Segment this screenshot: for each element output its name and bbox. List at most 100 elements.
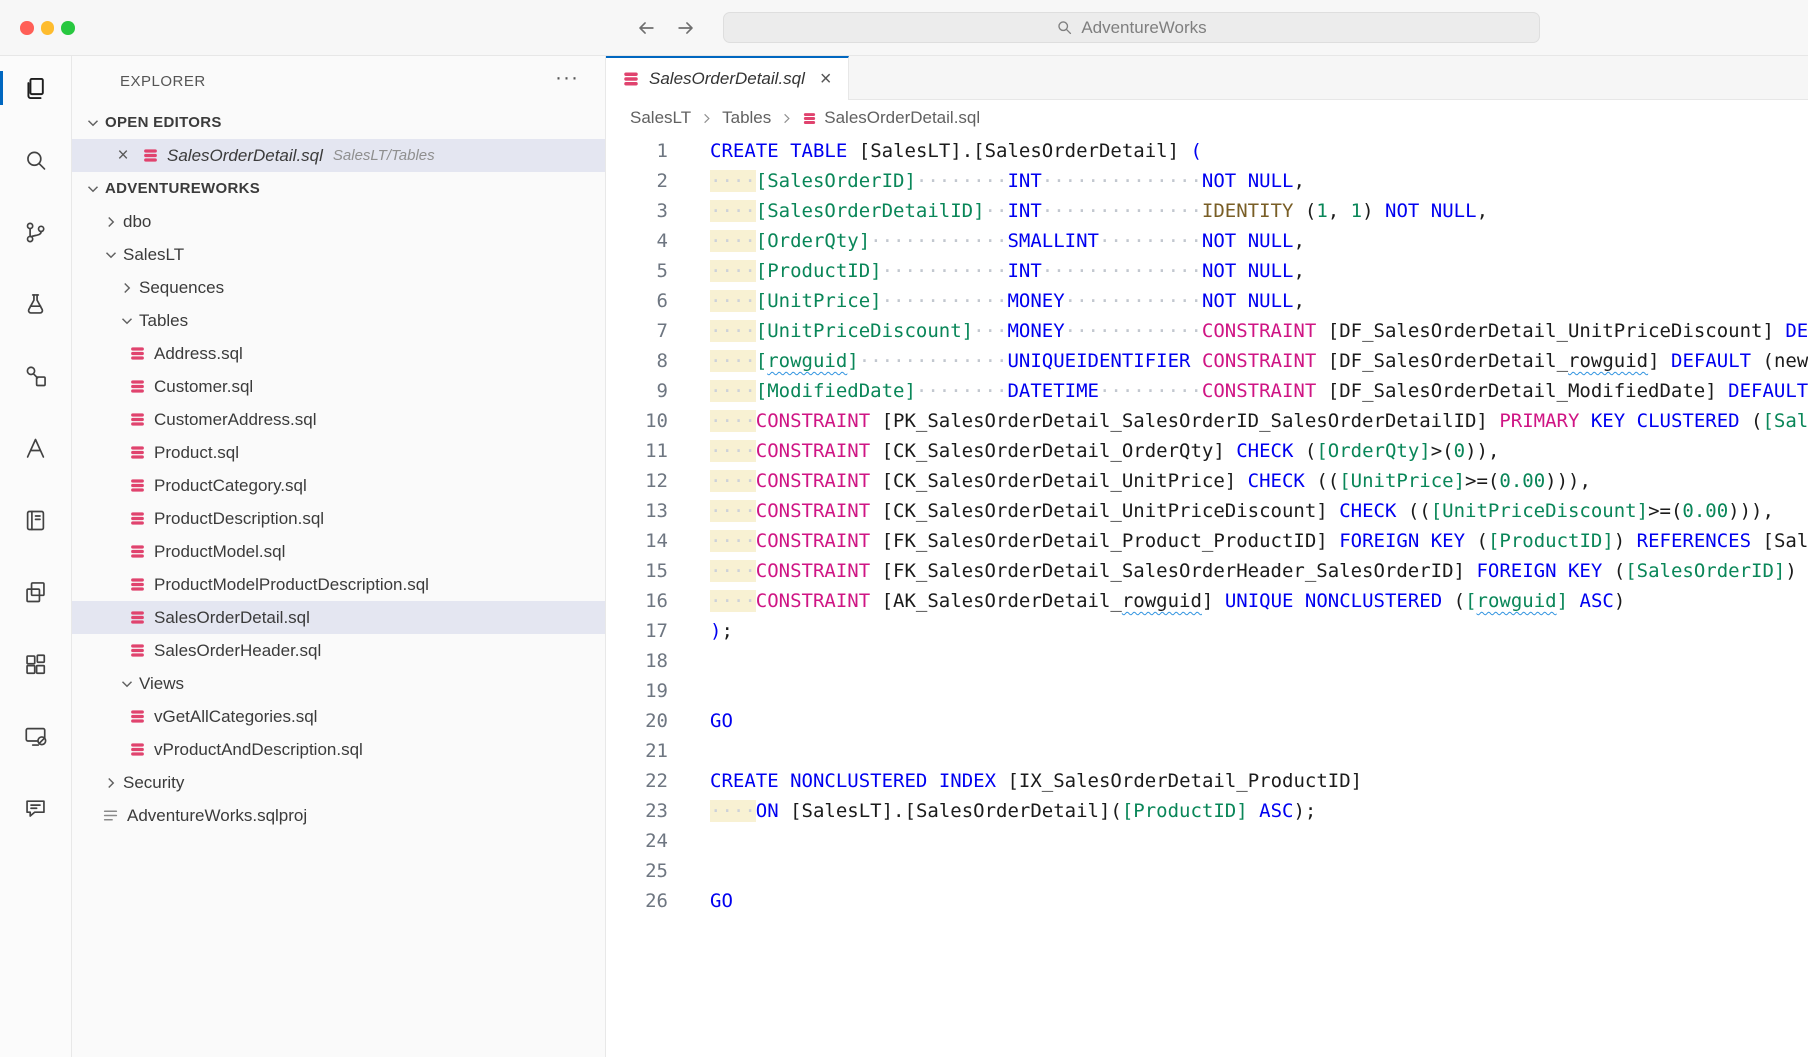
breadcrumb-item[interactable]: SalesLT (630, 108, 691, 128)
forward-button[interactable] (672, 14, 700, 42)
line-number[interactable]: 17 (606, 616, 710, 646)
line-number[interactable]: 20 (606, 706, 710, 736)
command-center-search[interactable]: AdventureWorks (723, 12, 1540, 43)
line-number[interactable]: 21 (606, 736, 710, 766)
line-number[interactable]: 4 (606, 226, 710, 256)
tree-item-vproductanddescription-sql[interactable]: vProductAndDescription.sql (72, 733, 605, 766)
tree-item-customer-sql[interactable]: Customer.sql (72, 370, 605, 403)
code-line[interactable]: 19 (606, 676, 1808, 706)
activitybar-item-run-flask[interactable] (0, 280, 71, 328)
tree-item-productcategory-sql[interactable]: ProductCategory.sql (72, 469, 605, 502)
close-icon[interactable]: × (114, 145, 132, 167)
line-number[interactable]: 14 (606, 526, 710, 556)
back-button[interactable] (632, 14, 660, 42)
code-line[interactable]: 18 (606, 646, 1808, 676)
code-line-content: ····[SalesOrderID]········INT···········… (710, 166, 1305, 196)
code-line[interactable]: 24 (606, 826, 1808, 856)
activitybar-item-search[interactable] (0, 136, 71, 184)
code-line[interactable]: 9····[ModifiedDate]········DATETIME·····… (606, 376, 1808, 406)
code-line[interactable]: 10····CONSTRAINT [PK_SalesOrderDetail_Sa… (606, 406, 1808, 436)
tree-item-saleslt[interactable]: SalesLT (72, 238, 605, 271)
line-number[interactable]: 1 (606, 136, 710, 166)
activitybar-item-azure[interactable] (0, 424, 71, 472)
activitybar-item-files[interactable] (0, 64, 71, 112)
line-number[interactable]: 24 (606, 826, 710, 856)
line-number[interactable]: 5 (606, 256, 710, 286)
tree-item-salesorderdetail-sql[interactable]: SalesOrderDetail.sql (72, 601, 605, 634)
tree-item-salesorderheader-sql[interactable]: SalesOrderHeader.sql (72, 634, 605, 667)
tree-item-dbo[interactable]: dbo (72, 205, 605, 238)
activitybar-item-feedback[interactable] (0, 784, 71, 832)
zoom-window-button[interactable] (61, 21, 75, 35)
code-line[interactable]: 11····CONSTRAINT [CK_SalesOrderDetail_Or… (606, 436, 1808, 466)
tree-item-productmodel-sql[interactable]: ProductModel.sql (72, 535, 605, 568)
code-line[interactable]: 15····CONSTRAINT [FK_SalesOrderDetail_Sa… (606, 556, 1808, 586)
tree-item-adventureworks-sqlproj[interactable]: AdventureWorks.sqlproj (72, 799, 605, 832)
tab-salesorderdetail-sql[interactable]: SalesOrderDetail.sql × (606, 56, 849, 100)
tree-item-productdescription-sql[interactable]: ProductDescription.sql (72, 502, 605, 535)
tree-item-security[interactable]: Security (72, 766, 605, 799)
line-number[interactable]: 23 (606, 796, 710, 826)
line-number[interactable]: 19 (606, 676, 710, 706)
code-line[interactable]: 17); (606, 616, 1808, 646)
line-number[interactable]: 11 (606, 436, 710, 466)
breadcrumb-item[interactable]: Tables (722, 108, 771, 128)
code-line[interactable]: 14····CONSTRAINT [FK_SalesOrderDetail_Pr… (606, 526, 1808, 556)
line-number[interactable]: 9 (606, 376, 710, 406)
activitybar-item-pages[interactable] (0, 568, 71, 616)
activitybar-item-shapes[interactable] (0, 352, 71, 400)
activitybar-item-extensions[interactable] (0, 640, 71, 688)
tree-item-product-sql[interactable]: Product.sql (72, 436, 605, 469)
line-number[interactable]: 15 (606, 556, 710, 586)
code-line[interactable]: 4····[OrderQty]············SMALLINT·····… (606, 226, 1808, 256)
line-number[interactable]: 16 (606, 586, 710, 616)
activitybar-item-source-control[interactable] (0, 208, 71, 256)
tree-item-address-sql[interactable]: Address.sql (72, 337, 605, 370)
line-number[interactable]: 26 (606, 886, 710, 916)
line-number[interactable]: 12 (606, 466, 710, 496)
close-window-button[interactable] (20, 21, 34, 35)
activitybar-item-notebook[interactable] (0, 496, 71, 544)
line-number[interactable]: 18 (606, 646, 710, 676)
tree-item-vgetallcategories-sql[interactable]: vGetAllCategories.sql (72, 700, 605, 733)
code-line[interactable]: 25 (606, 856, 1808, 886)
activitybar-item-devices[interactable] (0, 712, 71, 760)
code-line[interactable]: 21 (606, 736, 1808, 766)
line-number[interactable]: 3 (606, 196, 710, 226)
tree-item-tables[interactable]: Tables (72, 304, 605, 337)
code-line[interactable]: 13····CONSTRAINT [CK_SalesOrderDetail_Un… (606, 496, 1808, 526)
tree-item-views[interactable]: Views (72, 667, 605, 700)
code-line[interactable]: 12····CONSTRAINT [CK_SalesOrderDetail_Un… (606, 466, 1808, 496)
tree-item-productmodelproductdescription-sql[interactable]: ProductModelProductDescription.sql (72, 568, 605, 601)
code-line[interactable]: 7····[UnitPriceDiscount]···MONEY········… (606, 316, 1808, 346)
code-line[interactable]: 6····[UnitPrice]···········MONEY········… (606, 286, 1808, 316)
code-editor[interactable]: 1CREATE TABLE [SalesLT].[SalesOrderDetai… (606, 136, 1808, 1057)
line-number[interactable]: 13 (606, 496, 710, 526)
line-number[interactable]: 8 (606, 346, 710, 376)
section-open-editors[interactable]: OPEN EDITORS (72, 106, 605, 139)
line-number[interactable]: 7 (606, 316, 710, 346)
line-number[interactable]: 22 (606, 766, 710, 796)
tree-item-customeraddress-sql[interactable]: CustomerAddress.sql (72, 403, 605, 436)
code-line[interactable]: 2····[SalesOrderID]········INT··········… (606, 166, 1808, 196)
close-icon[interactable]: × (820, 68, 832, 91)
line-number[interactable]: 2 (606, 166, 710, 196)
more-actions-icon[interactable]: ··· (555, 66, 579, 90)
code-line[interactable]: 8····[rowguid]·············UNIQUEIDENTIF… (606, 346, 1808, 376)
section-adventureworks[interactable]: ADVENTUREWORKS (72, 172, 605, 205)
code-line[interactable]: 5····[ProductID]···········INT··········… (606, 256, 1808, 286)
code-line[interactable]: 3····[SalesOrderDetailID]··INT··········… (606, 196, 1808, 226)
line-number[interactable]: 10 (606, 406, 710, 436)
code-line[interactable]: 1CREATE TABLE [SalesLT].[SalesOrderDetai… (606, 136, 1808, 166)
code-line[interactable]: 22CREATE NONCLUSTERED INDEX [IX_SalesOrd… (606, 766, 1808, 796)
code-line[interactable]: 20GO (606, 706, 1808, 736)
code-line[interactable]: 23····ON [SalesLT].[SalesOrderDetail]([P… (606, 796, 1808, 826)
breadcrumb-item[interactable]: SalesOrderDetail.sql (802, 108, 980, 128)
code-line[interactable]: 16····CONSTRAINT [AK_SalesOrderDetail_ro… (606, 586, 1808, 616)
line-number[interactable]: 25 (606, 856, 710, 886)
line-number[interactable]: 6 (606, 286, 710, 316)
tree-item-sequences[interactable]: Sequences (72, 271, 605, 304)
code-line[interactable]: 26GO (606, 886, 1808, 916)
open-editor-item[interactable]: ×SalesOrderDetail.sqlSalesLT/Tables (72, 139, 605, 172)
minimize-window-button[interactable] (41, 21, 55, 35)
